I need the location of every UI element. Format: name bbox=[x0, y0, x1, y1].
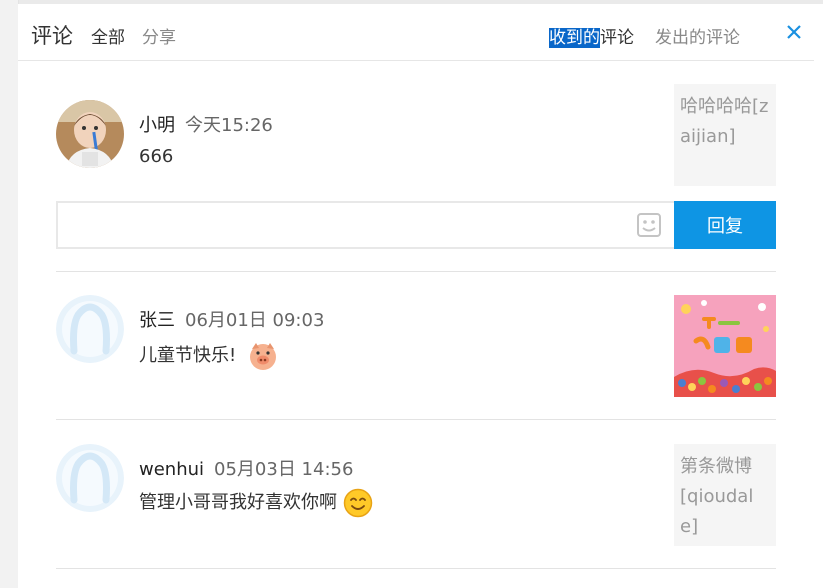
comment-text-line: 管理小哥哥我好喜欢你啊 bbox=[139, 488, 373, 518]
pig-emoji-icon bbox=[249, 343, 276, 370]
weibo-thumbnail-text[interactable]: 第条微博[qioudale] bbox=[674, 444, 776, 546]
divider bbox=[56, 568, 776, 569]
selected-text: 收到的 bbox=[549, 28, 600, 48]
tab-share[interactable]: 分享 bbox=[142, 23, 176, 48]
avatar[interactable] bbox=[56, 444, 124, 512]
comment-time: 今天15:26 bbox=[185, 115, 273, 136]
tab-all[interactable]: 全部 bbox=[91, 23, 125, 48]
comment-text: 666 bbox=[139, 146, 174, 167]
reply-button[interactable]: 回复 bbox=[674, 201, 776, 249]
close-icon[interactable] bbox=[784, 22, 804, 42]
comment-text-line: 儿童节快乐! bbox=[139, 341, 278, 371]
reply-input[interactable] bbox=[56, 201, 674, 249]
tab-received-label-rest: 评论 bbox=[600, 28, 634, 48]
comment-text: 儿童节快乐! bbox=[139, 345, 237, 366]
weibo-thumbnail-text[interactable]: 哈哈哈哈[zaijian] bbox=[674, 84, 776, 186]
comment-time: 06月01日 09:03 bbox=[185, 310, 325, 331]
comment-author-line: 小明 今天15:26 bbox=[139, 111, 273, 137]
tab-sent-comments[interactable]: 发出的评论 bbox=[655, 23, 740, 48]
comment-author[interactable]: 小明 bbox=[139, 115, 175, 136]
comment-author-line: wenhui 05月03日 14:56 bbox=[139, 455, 353, 481]
comments-dialog: 评论 全部 分享 收到的评论 发出的评论 小明 今天15:26 666 哈哈哈哈… bbox=[18, 4, 823, 588]
comment-time: 05月03日 14:56 bbox=[214, 459, 354, 480]
comment-author[interactable]: wenhui bbox=[139, 459, 204, 480]
reply-box: 回复 bbox=[56, 201, 776, 249]
comment-item: 小明 今天15:26 666 哈哈哈哈[zaijian] bbox=[56, 84, 776, 200]
emoji-icon[interactable] bbox=[636, 212, 662, 238]
comment-item: wenhui 05月03日 14:56 管理小哥哥我好喜欢你啊 第条微博[qiou… bbox=[56, 444, 776, 546]
child-photo-avatar bbox=[56, 100, 124, 168]
avatar[interactable] bbox=[56, 100, 124, 168]
comment-item: 张三 06月01日 09:03 儿童节快乐! bbox=[56, 295, 776, 397]
comment-author[interactable]: 张三 bbox=[139, 310, 175, 331]
default-avatar-icon bbox=[56, 444, 124, 512]
default-avatar-icon bbox=[56, 295, 124, 363]
childrens-day-picture bbox=[674, 295, 776, 397]
comment-text: 管理小哥哥我好喜欢你啊 bbox=[139, 492, 337, 513]
dialog-header: 评论 全部 分享 收到的评论 发出的评论 bbox=[18, 4, 814, 61]
backdrop-left bbox=[0, 0, 19, 588]
divider bbox=[56, 419, 776, 420]
tab-received-comments[interactable]: 收到的评论 bbox=[549, 23, 634, 48]
dialog-title: 评论 bbox=[31, 24, 73, 48]
smile-emoji-icon bbox=[343, 488, 372, 518]
comment-author-line: 张三 06月01日 09:03 bbox=[139, 306, 324, 332]
avatar[interactable] bbox=[56, 295, 124, 363]
childrens-day-image[interactable] bbox=[674, 295, 776, 397]
divider bbox=[56, 271, 776, 272]
